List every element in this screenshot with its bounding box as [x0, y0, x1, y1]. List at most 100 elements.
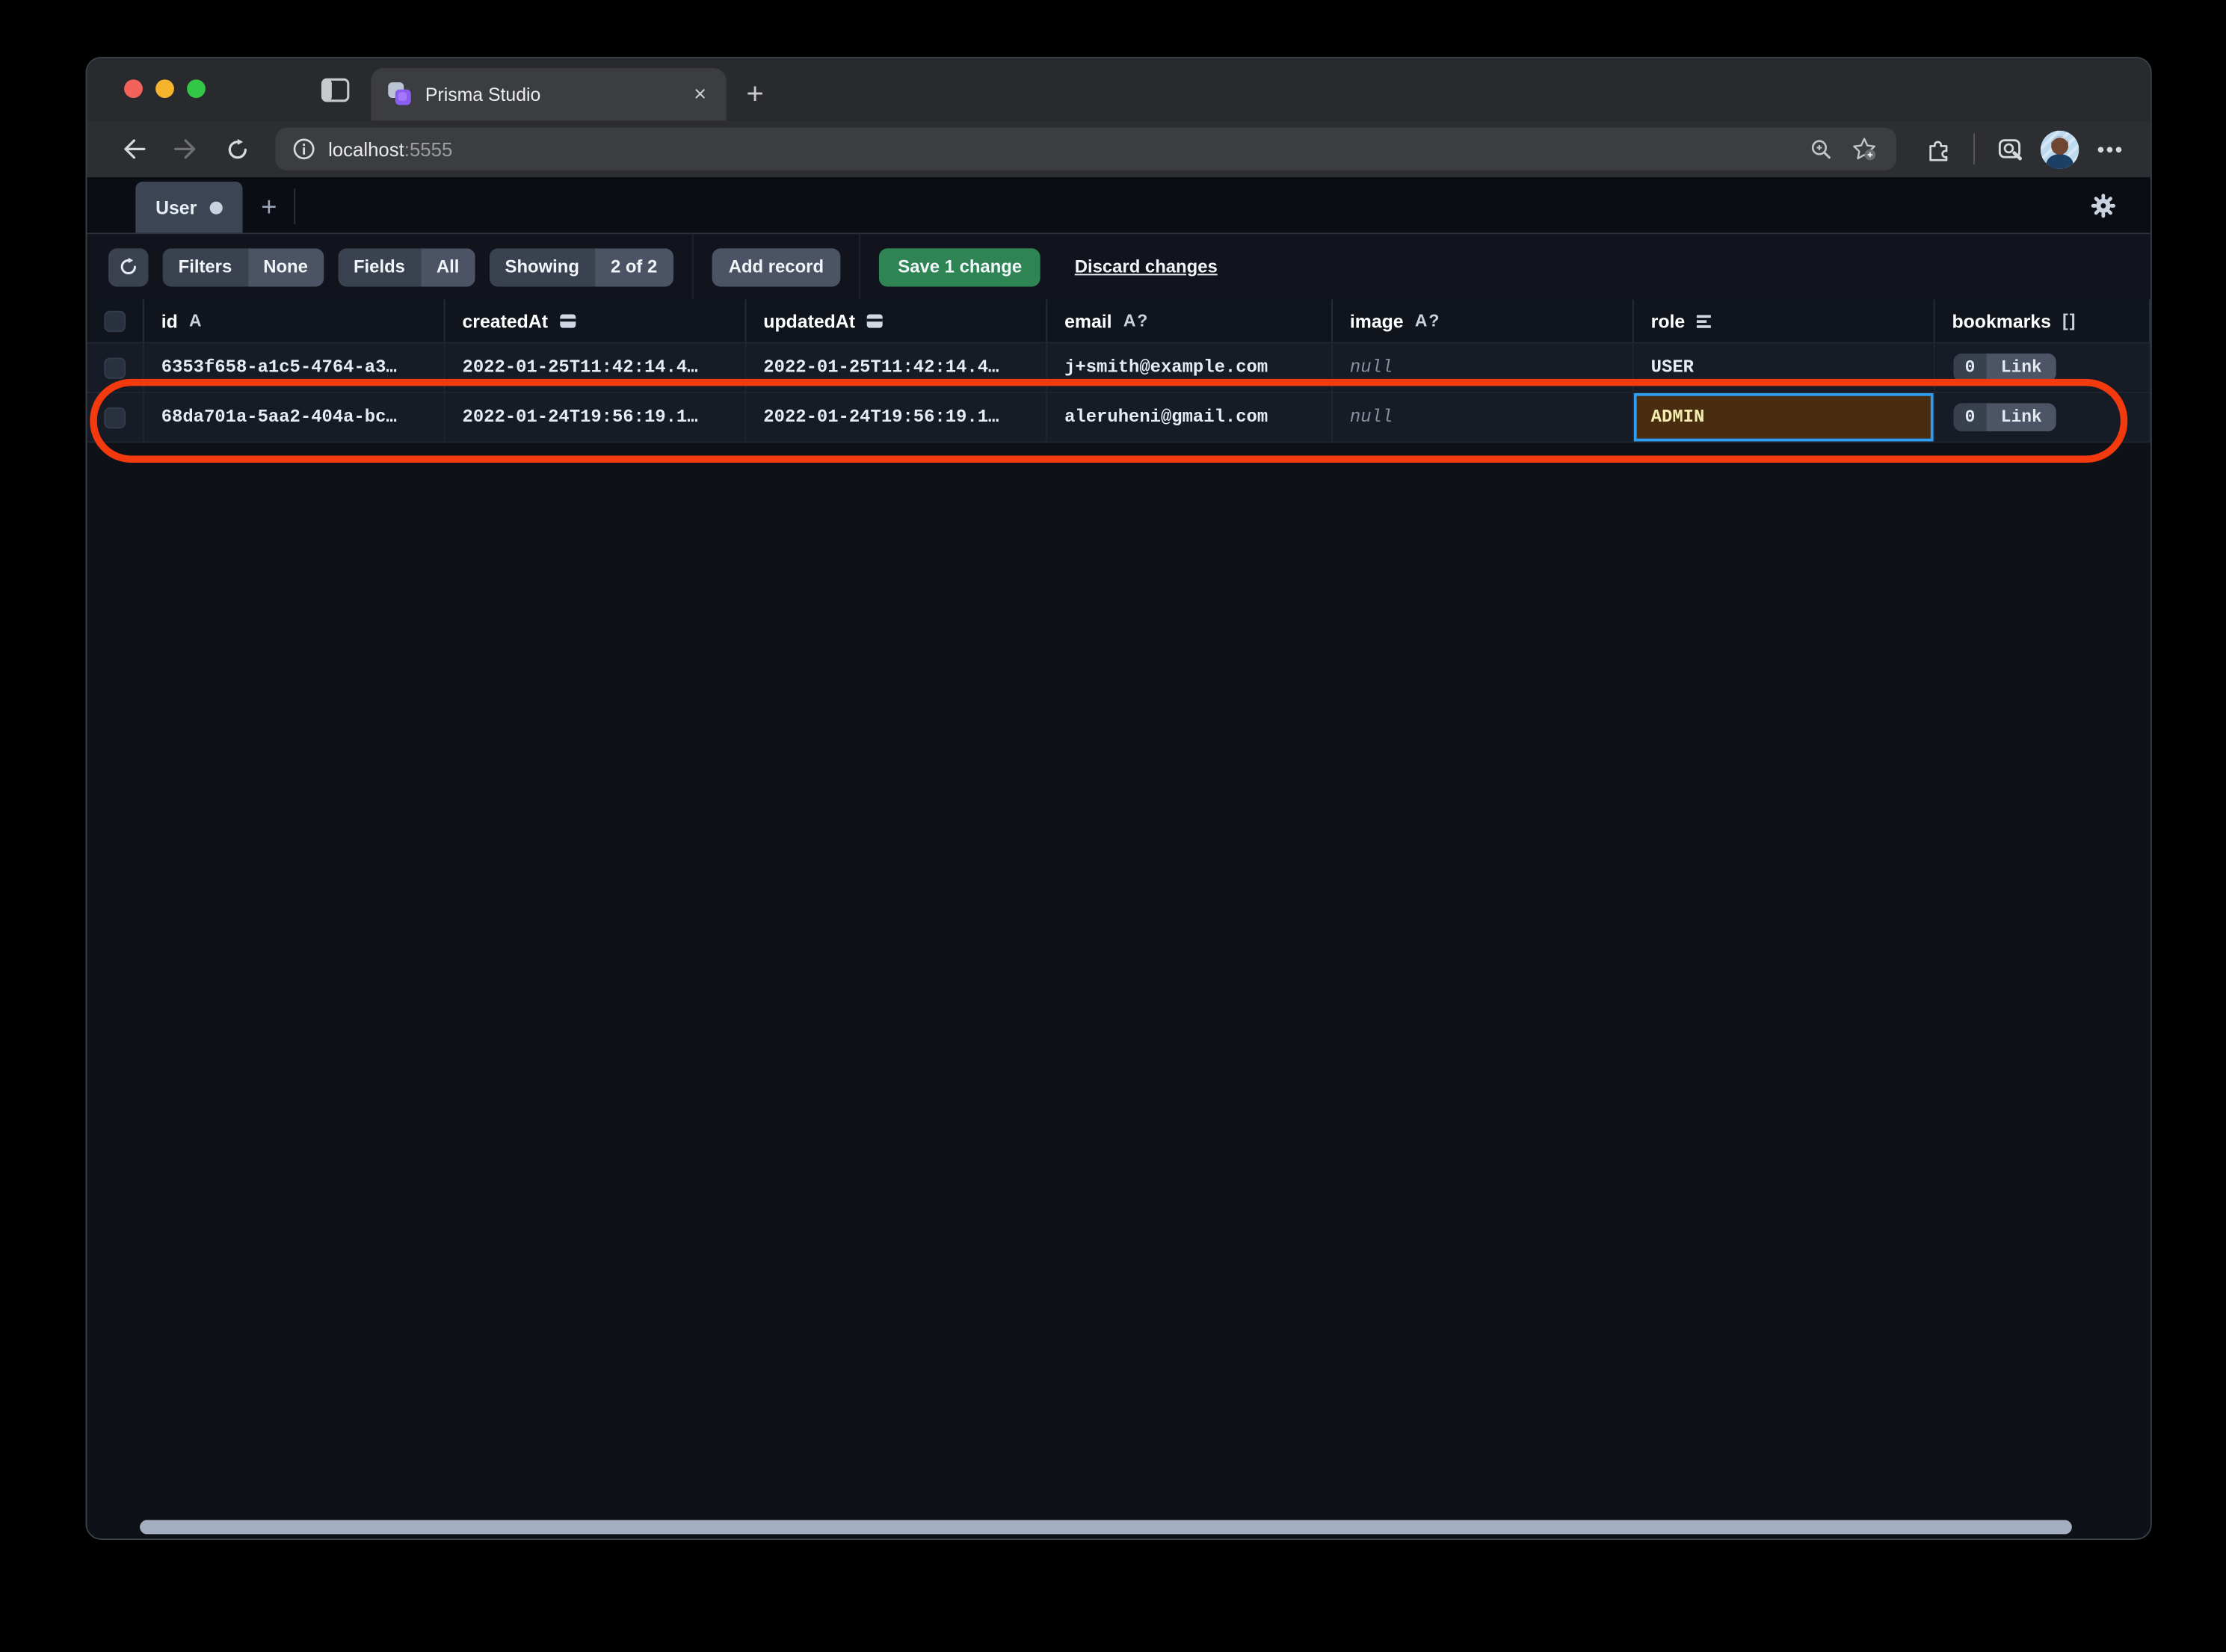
relation-count: 0 — [1953, 353, 1987, 382]
cell-createdAt[interactable]: 2022-01-25T11:42:14.4… — [445, 343, 747, 393]
fields-value: All — [420, 247, 475, 286]
cell-role: ADMIN — [1633, 392, 1935, 443]
settings-gear-icon[interactable] — [2091, 193, 2116, 218]
desktop: Prisma Studio × + localhost:5555 User + … — [0, 0, 2226, 1652]
datetime-type-icon — [559, 312, 576, 330]
select-all-checkbox[interactable] — [104, 309, 126, 332]
navbar-divider — [1973, 133, 1976, 165]
model-tab-user[interactable]: User — [135, 182, 243, 233]
tabbar-divider — [294, 188, 296, 224]
relation-badge[interactable]: 0 Link — [1953, 403, 2056, 432]
string-type-icon: A — [189, 310, 203, 331]
datetime-type-icon — [866, 312, 884, 330]
table-row: 68da701a-5aa2-404a-bc… 2022-01-24T19:56:… — [87, 392, 2151, 443]
cell-email[interactable]: aleruheni@gmail.com — [1047, 392, 1333, 443]
showing-value: 2 of 2 — [594, 247, 673, 286]
model-tab-label: User — [155, 196, 197, 218]
url-text: localhost:5555 — [328, 138, 1799, 159]
row-select-cell — [87, 392, 144, 443]
cell-bookmarks: 0 Link — [1934, 343, 2151, 393]
site-info-icon[interactable] — [292, 138, 315, 160]
toolbar-divider — [859, 234, 861, 300]
row-checkbox[interactable] — [104, 357, 126, 378]
address-bar[interactable]: localhost:5555 — [275, 127, 1897, 170]
tab-close-icon[interactable]: × — [688, 81, 712, 108]
cell-createdAt[interactable]: 2022-01-24T19:56:19.1… — [445, 392, 747, 443]
extensions-puzzle-icon[interactable] — [1917, 129, 1959, 169]
column-header-role[interactable]: role — [1633, 299, 1935, 344]
cell-image[interactable]: null — [1332, 343, 1634, 393]
edited-role-cell[interactable]: ADMIN — [1633, 392, 1934, 442]
cell-image[interactable]: null — [1332, 392, 1634, 443]
select-all-cell — [87, 299, 144, 344]
refresh-data-button[interactable] — [108, 247, 149, 286]
nullable-string-type-icon: A? — [1123, 310, 1150, 331]
cell-email[interactable]: j+smith@example.com — [1047, 343, 1333, 393]
showing-label: Showing — [489, 247, 595, 286]
nullable-string-type-icon: A? — [1414, 310, 1441, 331]
profile-avatar[interactable] — [2040, 129, 2079, 168]
minimize-window-button[interactable] — [155, 79, 174, 99]
relation-count: 0 — [1953, 403, 1987, 432]
reload-icon[interactable] — [215, 129, 258, 169]
add-model-tab-button[interactable]: + — [261, 194, 277, 221]
url-host: localhost — [328, 138, 404, 160]
fields-label: Fields — [337, 247, 421, 286]
column-header-email[interactable]: email A? — [1047, 299, 1333, 344]
tab-title: Prisma Studio — [425, 84, 541, 105]
prisma-logo-icon — [388, 82, 412, 106]
column-header-image[interactable]: image A? — [1332, 299, 1634, 344]
prisma-studio-page: User + Filters None Fields All Showing 2… — [87, 177, 2151, 1539]
cell-id[interactable]: 6353f658-a1c5-4764-a3… — [144, 343, 445, 393]
browser-window: Prisma Studio × + localhost:5555 User + … — [85, 56, 2152, 1541]
new-tab-button[interactable]: + — [746, 79, 763, 109]
cell-id[interactable]: 68da701a-5aa2-404a-bc… — [144, 392, 445, 443]
studio-toolbar: Filters None Fields All Showing 2 of 2 A… — [87, 234, 2151, 300]
browser-navbar: localhost:5555 — [87, 120, 2151, 178]
relation-link-button[interactable]: Link — [1986, 353, 2056, 382]
tab-overview-icon[interactable] — [320, 77, 351, 104]
enum-type-icon — [1696, 313, 1712, 329]
filters-label: Filters — [162, 247, 248, 286]
browser-titlebar: Prisma Studio × + — [87, 58, 2151, 121]
row-checkbox[interactable] — [104, 406, 126, 428]
add-record-button[interactable]: Add record — [711, 247, 841, 286]
more-menu-icon[interactable] — [2088, 129, 2130, 169]
column-header-id[interactable]: id A — [144, 299, 445, 344]
zoom-icon[interactable] — [1799, 129, 1842, 169]
relation-link-button[interactable]: Link — [1986, 403, 2056, 432]
cell-updatedAt[interactable]: 2022-01-25T11:42:14.4… — [746, 343, 1048, 393]
url-port: :5555 — [404, 138, 453, 160]
showing-button[interactable]: Showing 2 of 2 — [489, 247, 673, 286]
table-row: 6353f658-a1c5-4764-a3… 2022-01-25T11:42:… — [87, 343, 2151, 393]
cell-updatedAt[interactable]: 2022-01-24T19:56:19.1… — [746, 392, 1048, 443]
maximize-window-button[interactable] — [187, 79, 206, 99]
cell-bookmarks: 0 Link — [1934, 392, 2151, 443]
add-favorite-star-icon[interactable] — [1842, 129, 1884, 169]
web-capture-icon[interactable] — [1989, 129, 2032, 169]
null-value: null — [1349, 357, 1393, 378]
window-controls — [124, 79, 206, 99]
save-changes-button[interactable]: Save 1 change — [879, 247, 1040, 286]
row-select-cell — [87, 343, 144, 393]
fields-button[interactable]: Fields All — [337, 247, 475, 286]
unsaved-changes-dot-icon — [209, 200, 223, 214]
filters-value: None — [247, 247, 324, 286]
null-value: null — [1349, 407, 1393, 428]
cell-role[interactable]: USER — [1633, 343, 1935, 393]
browser-tab-prisma-studio[interactable]: Prisma Studio × — [371, 68, 727, 121]
discard-changes-link[interactable]: Discard changes — [1075, 257, 1218, 277]
table-header: id A createdAt updatedAt email A? image … — [87, 299, 2151, 344]
model-tabbar: User + — [87, 177, 2151, 235]
filters-button[interactable]: Filters None — [162, 247, 324, 286]
list-type-icon: [] — [2062, 310, 2077, 331]
back-icon[interactable] — [113, 129, 155, 169]
column-header-createdAt[interactable]: createdAt — [445, 299, 747, 344]
column-header-updatedAt[interactable]: updatedAt — [746, 299, 1048, 344]
relation-badge[interactable]: 0 Link — [1953, 353, 2056, 382]
close-window-button[interactable] — [124, 79, 143, 99]
column-header-bookmarks[interactable]: bookmarks [] — [1934, 299, 2151, 344]
forward-icon[interactable] — [164, 129, 207, 169]
toolbar-divider — [691, 234, 694, 300]
horizontal-scrollbar[interactable] — [140, 1520, 2072, 1535]
